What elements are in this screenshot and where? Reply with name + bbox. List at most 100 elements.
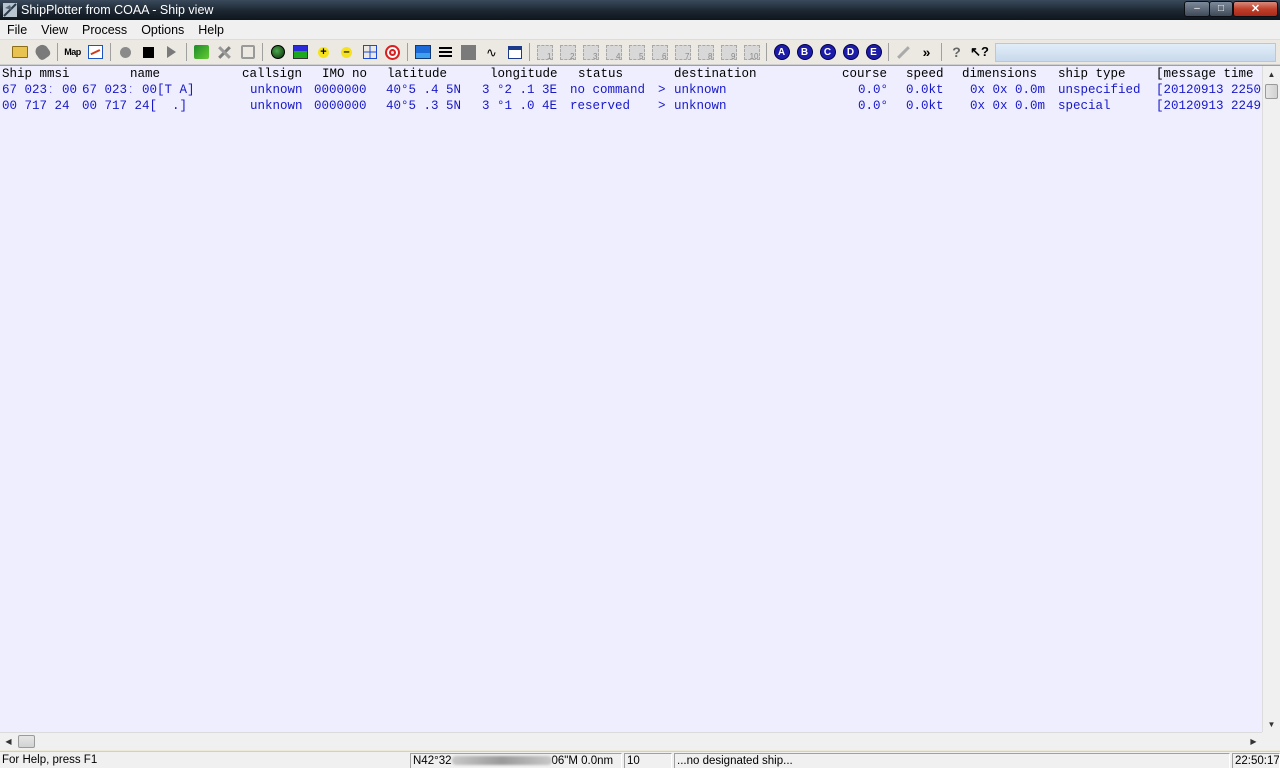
letter-a-button[interactable]: A <box>770 41 793 63</box>
toolbar-separator <box>888 43 889 61</box>
scroll-right-icon[interactable]: ▶ <box>1245 733 1262 750</box>
wave-button[interactable]: ∿ <box>480 41 503 63</box>
column-header[interactable]: Ship mmsi <box>2 66 70 82</box>
window-button[interactable] <box>503 41 526 63</box>
vertical-scroll-thumb[interactable] <box>1265 84 1278 99</box>
table-row[interactable]: 67 023ː 00 67 023ː 00[T A] unknown 00000… <box>0 82 1262 98</box>
tools-icon <box>217 45 232 60</box>
menu-options[interactable]: Options <box>134 20 191 40</box>
preset-button-8[interactable]: 8 <box>694 41 717 63</box>
play-button[interactable] <box>160 41 183 63</box>
preset-icon: 7 <box>674 44 691 61</box>
minimize-button[interactable]: – <box>1184 1 1210 17</box>
menu-process[interactable]: Process <box>75 20 134 40</box>
record-button[interactable] <box>114 41 137 63</box>
preset-button-5[interactable]: 5 <box>625 41 648 63</box>
toolbar-separator <box>262 43 263 61</box>
cell-name: 00 717 24[ .] <box>82 99 188 113</box>
column-header[interactable]: speed <box>906 66 944 82</box>
cell-message-time: [20120913 2249 <box>1156 99 1262 113</box>
preset-button-3[interactable]: 3 <box>579 41 602 63</box>
column-header[interactable]: name <box>130 66 160 82</box>
app-icon <box>3 3 17 17</box>
table-row[interactable]: 00 717 24 00 717 24[ .] unknown 0000000 … <box>0 98 1262 114</box>
map-icon: Map <box>64 47 81 57</box>
scroll-down-icon[interactable]: ▼ <box>1263 716 1280 733</box>
vertical-scrollbar[interactable]: ▲ ▼ <box>1262 66 1280 733</box>
preset-button-10[interactable]: 10 <box>740 41 763 63</box>
scroll-left-icon[interactable]: ◀ <box>0 733 17 750</box>
cell-mmsi: 00 717 24 <box>2 99 70 113</box>
zoom-in-button[interactable]: + <box>312 41 335 63</box>
toolbar-separator <box>407 43 408 61</box>
horizontal-scrollbar[interactable]: ◀ ▶ <box>0 732 1262 750</box>
resize-button[interactable] <box>236 41 259 63</box>
mouse-button[interactable] <box>31 41 54 63</box>
stop-button[interactable] <box>137 41 160 63</box>
satellite-button[interactable] <box>190 41 213 63</box>
column-header[interactable]: IMO no <box>322 66 367 82</box>
scroll-up-icon[interactable]: ▲ <box>1263 66 1280 83</box>
table-header: Ship mmsi name callsign IMO no latitude … <box>0 66 1262 82</box>
column-header[interactable]: course <box>842 66 887 82</box>
preset-icon: 9 <box>720 44 737 61</box>
wave-icon: ∿ <box>486 44 497 60</box>
preset-button-1[interactable]: 1 <box>533 41 556 63</box>
help-icon: ? <box>952 44 961 60</box>
grid-button[interactable] <box>358 41 381 63</box>
close-button[interactable]: ✕ <box>1233 1 1278 17</box>
preset-button-6[interactable]: 6 <box>648 41 671 63</box>
globe-button[interactable] <box>266 41 289 63</box>
chart-button[interactable] <box>84 41 107 63</box>
letter-e-button[interactable]: E <box>862 41 885 63</box>
preset-icon: 6 <box>651 44 668 61</box>
play-icon <box>167 46 176 58</box>
open-button[interactable] <box>8 41 31 63</box>
list-button[interactable] <box>434 41 457 63</box>
preset-button-4[interactable]: 4 <box>602 41 625 63</box>
help-button[interactable]: ? <box>945 41 968 63</box>
horizontal-scroll-thumb[interactable] <box>18 735 35 748</box>
maximize-button[interactable]: □ <box>1209 1 1233 17</box>
toolbar-separator <box>941 43 942 61</box>
letter-b-button[interactable]: B <box>793 41 816 63</box>
cell-status: reserved <box>570 99 631 113</box>
letter-e-icon: E <box>865 44 882 60</box>
gray-square-button[interactable] <box>457 41 480 63</box>
column-header[interactable]: [message time <box>1156 66 1254 82</box>
toolbar: Map + – ∿ 1 2 3 4 5 6 7 8 9 10 A B C D E… <box>0 40 1280 65</box>
column-header[interactable]: callsign <box>242 66 302 82</box>
preset-button-2[interactable]: 2 <box>556 41 579 63</box>
preset-icon: 5 <box>628 44 645 61</box>
letter-a-icon: A <box>773 44 790 60</box>
letter-c-button[interactable]: C <box>816 41 839 63</box>
menu-help[interactable]: Help <box>191 20 231 40</box>
cell-name: 67 023ː 00[T A] <box>82 83 195 97</box>
title-bar[interactable]: ShipPlotter from COAA - Ship view – □ ✕ <box>0 0 1280 20</box>
map-image-button[interactable] <box>289 41 312 63</box>
column-header[interactable]: longitude <box>490 66 558 82</box>
menu-view[interactable]: View <box>34 20 75 40</box>
preset-button-9[interactable]: 9 <box>717 41 740 63</box>
column-header[interactable]: ship type <box>1058 66 1126 82</box>
preset-icon: 1 <box>536 44 553 61</box>
more-button[interactable]: » <box>915 41 938 63</box>
screen-button[interactable] <box>411 41 434 63</box>
target-button[interactable] <box>381 41 404 63</box>
menu-file[interactable]: File <box>0 20 34 40</box>
column-header[interactable]: latitude <box>387 66 447 82</box>
pencil-icon <box>897 45 910 59</box>
letter-d-icon: D <box>842 44 859 60</box>
whats-this-button[interactable]: ↖? <box>968 41 991 63</box>
zoom-out-button[interactable]: – <box>335 41 358 63</box>
satellite-icon <box>194 45 209 59</box>
preset-button-7[interactable]: 7 <box>671 41 694 63</box>
column-header[interactable]: destination <box>674 66 757 82</box>
toolbar-separator <box>766 43 767 61</box>
column-header[interactable]: status <box>578 66 623 82</box>
letter-d-button[interactable]: D <box>839 41 862 63</box>
tools-button[interactable] <box>213 41 236 63</box>
pencil-button[interactable] <box>892 41 915 63</box>
map-button[interactable]: Map <box>61 41 84 63</box>
column-header[interactable]: dimensions <box>962 66 1037 82</box>
